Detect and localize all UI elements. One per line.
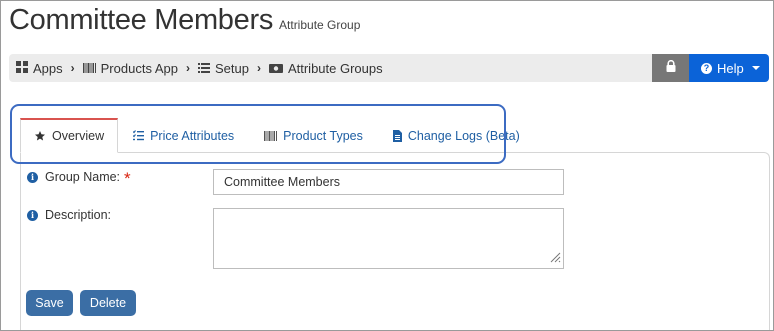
chevron-right-icon: › — [256, 61, 261, 75]
page-header: Committee Members Attribute Group — [9, 4, 360, 37]
breadcrumb-label: Products App — [100, 60, 178, 76]
group-name-label: i Group Name: * — [27, 169, 131, 188]
money-icon — [268, 61, 283, 76]
breadcrumb-item-attribute-groups[interactable]: Attribute Groups — [268, 60, 383, 76]
list-icon — [197, 61, 210, 76]
save-button[interactable]: Save — [26, 290, 73, 316]
required-asterisk: * — [124, 169, 131, 188]
lock-button[interactable] — [652, 54, 689, 82]
caret-down-icon — [751, 66, 760, 70]
lock-icon — [666, 59, 676, 77]
breadcrumb-item-setup[interactable]: Setup — [197, 60, 249, 76]
info-icon: i — [27, 209, 38, 221]
chevron-right-icon: › — [185, 61, 190, 75]
breadcrumb-label: Attribute Groups — [287, 60, 383, 76]
breadcrumb-label: Apps — [33, 60, 63, 76]
breadcrumb-label: Setup — [214, 60, 249, 76]
breadcrumb-item-apps[interactable]: Apps — [16, 60, 63, 76]
breadcrumb: Apps › Products App › Setup › Attribute … — [9, 54, 652, 82]
grid-icon — [16, 60, 28, 76]
help-label: Help — [717, 60, 744, 76]
description-label-text: Description: — [45, 208, 111, 222]
chevron-right-icon: › — [70, 61, 75, 75]
tabs-highlight-outline — [10, 104, 506, 164]
resize-grip-icon[interactable] — [550, 252, 561, 266]
delete-button[interactable]: Delete — [80, 290, 136, 316]
group-name-label-text: Group Name: — [45, 170, 121, 184]
page-subtitle: Attribute Group — [279, 18, 361, 32]
page-title: Committee Members — [9, 4, 274, 36]
breadcrumb-item-products-app[interactable]: Products App — [82, 60, 178, 76]
description-textarea[interactable] — [213, 208, 564, 269]
barcode-icon — [82, 61, 96, 76]
group-name-input[interactable] — [213, 169, 564, 195]
description-label: i Description: — [27, 208, 111, 222]
question-circle-icon: ? — [701, 62, 712, 74]
info-icon: i — [27, 171, 38, 183]
help-button[interactable]: ? Help — [689, 54, 769, 82]
